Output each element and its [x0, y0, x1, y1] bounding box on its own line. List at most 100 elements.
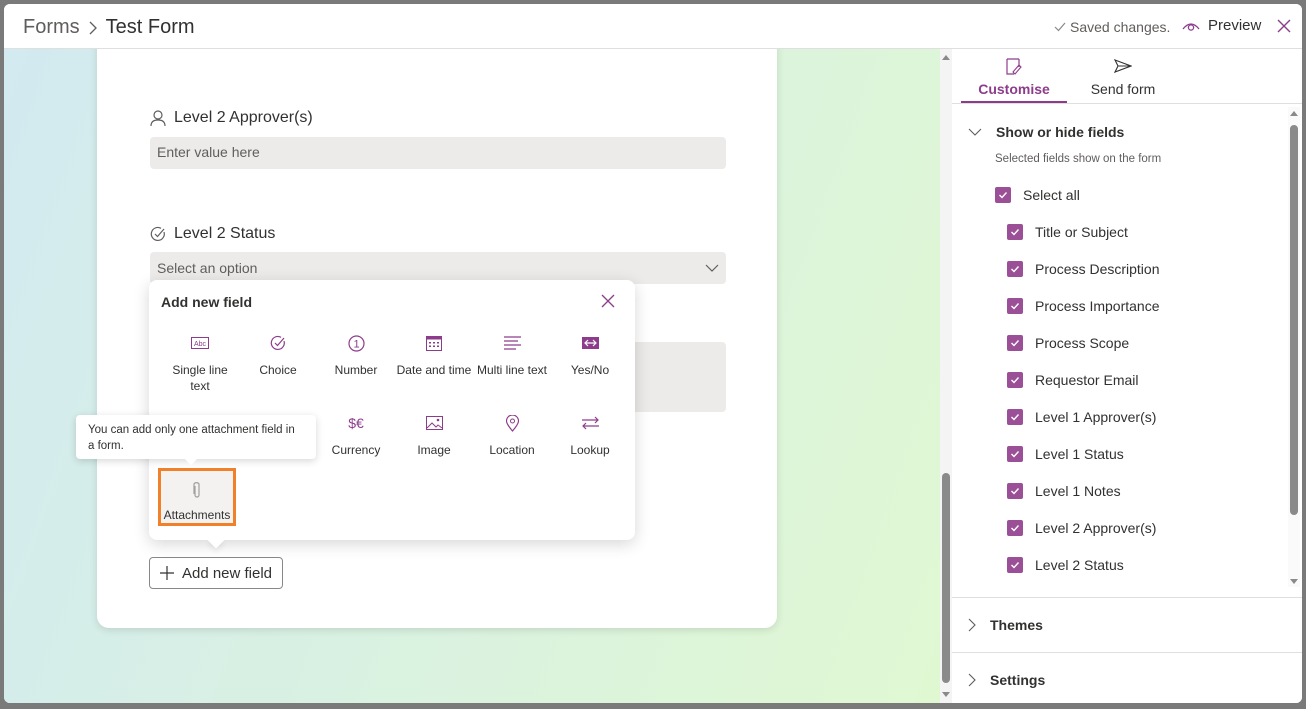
field-checkbox-label: Level 1 Status — [1035, 446, 1124, 462]
field-checkbox[interactable]: Level 1 Approver(s) — [1007, 409, 1156, 425]
field-checkbox-label: Title or Subject — [1035, 224, 1128, 240]
svg-text:1: 1 — [353, 338, 359, 350]
themes-section-header[interactable]: Themes — [968, 617, 1043, 633]
canvas-scrollbar[interactable] — [940, 49, 952, 703]
field-type-image[interactable]: Image — [395, 410, 473, 458]
chevron-right-icon — [968, 673, 976, 687]
tab-send-form[interactable]: Send form — [1070, 55, 1176, 103]
field-type-attachments[interactable]: Attachments — [158, 468, 236, 526]
field-type-multi-line-text[interactable]: Multi line text — [473, 330, 551, 378]
send-icon — [1114, 59, 1132, 73]
field-type-currency[interactable]: $€ Currency — [317, 410, 395, 458]
toggle-icon — [581, 337, 599, 349]
field-checkbox[interactable]: Process Scope — [1007, 335, 1129, 351]
field-checkbox[interactable]: Level 2 Status — [1007, 557, 1124, 573]
divider — [952, 597, 1302, 598]
field-checkbox[interactable]: Level 1 Status — [1007, 446, 1124, 462]
field-checkbox-label: Level 2 Status — [1035, 557, 1124, 573]
chevron-right-icon — [89, 21, 97, 34]
close-icon[interactable] — [599, 292, 617, 310]
abc-text-icon: Abc — [191, 337, 209, 349]
field-checkbox-label: Process Scope — [1035, 335, 1130, 351]
breadcrumb-forms-link[interactable]: Forms — [23, 16, 80, 39]
field-type-choice[interactable]: Choice — [239, 330, 317, 378]
multiline-text-icon — [503, 336, 521, 350]
breadcrumb-current: Test Form — [105, 16, 195, 38]
scrollbar-thumb[interactable] — [942, 473, 950, 683]
field-checkbox-label: Level 2 Approver(s) — [1035, 520, 1157, 536]
checkbox-checked-icon — [1007, 483, 1023, 499]
scroll-down-arrow[interactable] — [1290, 579, 1298, 584]
svg-text:$€: $€ — [348, 415, 364, 431]
calendar-icon — [426, 336, 442, 351]
close-icon[interactable] — [1274, 16, 1294, 36]
field-checkbox[interactable]: Process Importance — [1007, 298, 1160, 314]
field-checkbox[interactable]: Level 1 Notes — [1007, 483, 1121, 499]
customise-panel: Customise Send form Show or hide fields … — [952, 49, 1302, 703]
attachment-tooltip: You can add only one attachment field in… — [76, 415, 316, 466]
field-type-number[interactable]: 1 Number — [317, 330, 395, 378]
saved-status-text: Saved changes. — [1070, 19, 1171, 35]
person-icon — [150, 109, 166, 126]
chevron-down-icon — [968, 128, 982, 136]
scroll-down-arrow[interactable] — [942, 692, 950, 697]
checkbox-checked-icon — [1007, 446, 1023, 462]
field-type-single-line-text[interactable]: Abc Single line text — [161, 330, 239, 394]
field-checkbox-label: Process Importance — [1035, 298, 1160, 314]
preview-button[interactable]: Preview — [1182, 17, 1261, 34]
show-hide-fields-header[interactable]: Show or hide fields — [968, 124, 1124, 140]
form-editor-window: Forms Test Form Saved changes. Preview L… — [4, 4, 1302, 703]
panel-scrollbar[interactable] — [1288, 107, 1300, 587]
edit-page-icon — [1006, 58, 1022, 75]
field-type-lookup[interactable]: Lookup — [551, 410, 629, 458]
top-bar: Forms Test Form Saved changes. Preview — [4, 4, 1302, 49]
checkbox-checked-icon — [1007, 298, 1023, 314]
field-checkbox[interactable]: Requestor Email — [1007, 372, 1139, 388]
checkbox-checked-icon — [1007, 261, 1023, 277]
select-all-checkbox[interactable]: Select all — [995, 187, 1080, 203]
plus-icon — [159, 566, 174, 580]
field-checkbox-label: Level 1 Approver(s) — [1035, 409, 1157, 425]
checkbox-checked-icon — [1007, 520, 1023, 536]
divider — [952, 652, 1302, 653]
field-checkbox-label: Level 1 Notes — [1035, 483, 1121, 499]
paperclip-icon — [193, 482, 200, 498]
currency-icon: $€ — [348, 415, 364, 431]
field-checkbox[interactable]: Level 2 Approver(s) — [1007, 520, 1156, 536]
settings-section-header[interactable]: Settings — [968, 672, 1045, 688]
checkbox-checked-icon — [1007, 224, 1023, 240]
field-type-location[interactable]: Location — [473, 410, 551, 458]
checkbox-checked-icon — [1007, 557, 1023, 573]
svg-text:Abc: Abc — [194, 341, 207, 348]
location-pin-icon — [505, 414, 519, 432]
preview-label: Preview — [1208, 17, 1262, 34]
saved-status: Saved changes. — [1054, 19, 1170, 35]
form-canvas: Level 2 Approver(s) Enter value here Lev… — [4, 49, 940, 703]
add-field-popup: Add new field Abc Single line text Choic… — [149, 280, 635, 549]
popup-title: Add new field — [161, 294, 252, 310]
swap-arrows-icon — [581, 416, 599, 430]
add-new-field-button[interactable]: Add new field — [149, 557, 283, 589]
eye-icon — [1182, 22, 1200, 31]
field-checkbox[interactable]: Title or Subject — [1007, 224, 1128, 240]
field-label-level2-status: Level 2 Status — [150, 225, 275, 243]
tab-customise[interactable]: Customise — [961, 55, 1067, 103]
field-type-yes-no[interactable]: Yes/No — [551, 330, 629, 378]
check-circle-icon — [270, 335, 285, 351]
chevron-right-icon — [968, 618, 976, 632]
image-icon — [425, 416, 443, 430]
panel-tabs: Customise Send form — [952, 49, 1302, 104]
level2-approvers-input[interactable]: Enter value here — [150, 137, 726, 169]
scroll-up-arrow[interactable] — [1290, 111, 1298, 116]
checkbox-checked-icon — [1007, 409, 1023, 425]
checkbox-checked-icon — [1007, 335, 1023, 351]
scrollbar-thumb[interactable] — [1290, 125, 1298, 515]
field-checkbox[interactable]: Process Description — [1007, 261, 1160, 277]
checkbox-checked-icon — [1007, 372, 1023, 388]
checkmark-icon — [1054, 22, 1066, 32]
breadcrumb: Forms Test Form — [23, 16, 195, 39]
field-type-date-time[interactable]: Date and time — [395, 330, 473, 378]
scroll-up-arrow[interactable] — [942, 55, 950, 60]
check-circle-icon — [150, 226, 165, 242]
field-label-level2-approvers: Level 2 Approver(s) — [150, 109, 313, 127]
